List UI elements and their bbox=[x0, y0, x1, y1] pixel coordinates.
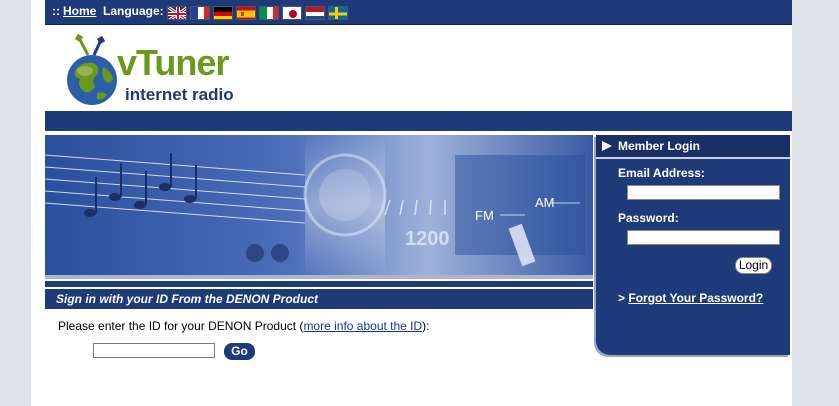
spain-flag-icon[interactable] bbox=[236, 6, 256, 20]
svg-text:1200: 1200 bbox=[405, 228, 450, 250]
signin-instruction: Please enter the ID for your DENON Produ… bbox=[58, 319, 430, 333]
svg-text:FM: FM bbox=[475, 208, 494, 223]
forgot-password-link[interactable]: Forgot Your Password? bbox=[628, 291, 763, 305]
more-info-link[interactable]: more info about the ID bbox=[303, 319, 422, 333]
banner-divider-light bbox=[45, 275, 593, 279]
go-button[interactable]: Go bbox=[224, 343, 255, 360]
uk-flag-icon[interactable] bbox=[167, 6, 187, 20]
topbar-prefix: :: bbox=[52, 4, 60, 18]
signin-header-text: Sign in with your ID From the DENON Prod… bbox=[56, 292, 319, 306]
top-bar: :: Home Language: bbox=[45, 0, 792, 25]
logo-tagline: internet radio bbox=[125, 85, 234, 104]
netherlands-flag-icon[interactable] bbox=[305, 6, 325, 20]
language-label: Language: bbox=[103, 4, 164, 18]
japan-flag-icon[interactable] bbox=[282, 6, 302, 20]
signin-header: Sign in with your ID From the DENON Prod… bbox=[45, 289, 593, 309]
password-label: Password: bbox=[618, 211, 679, 225]
france-flag-icon[interactable] bbox=[190, 6, 210, 20]
germany-flag-icon[interactable] bbox=[213, 6, 233, 20]
email-field[interactable] bbox=[627, 185, 780, 200]
logo-area: vTuner internet radio bbox=[45, 25, 792, 111]
arrow-right-icon bbox=[602, 141, 612, 151]
login-button[interactable]: Login bbox=[735, 257, 772, 274]
banner-image: 1200 FM AM bbox=[45, 135, 593, 275]
email-label: Email Address: bbox=[618, 166, 705, 180]
right-gutter bbox=[792, 0, 807, 406]
italy-flag-icon[interactable] bbox=[259, 6, 279, 20]
password-field[interactable] bbox=[627, 230, 780, 245]
logo-brand-text: vTuner bbox=[117, 42, 229, 83]
member-login-header: Member Login bbox=[596, 135, 790, 159]
nav-bar bbox=[45, 111, 792, 131]
forgot-password: > Forgot Your Password? bbox=[618, 291, 764, 305]
member-login-panel: Member Login Email Address: Password: Lo… bbox=[596, 135, 790, 355]
product-id-input[interactable] bbox=[93, 343, 215, 358]
home-link[interactable]: Home bbox=[63, 4, 96, 18]
member-login-title: Member Login bbox=[618, 139, 701, 153]
sweden-flag-icon[interactable] bbox=[328, 6, 348, 20]
banner-divider-dark bbox=[45, 281, 593, 287]
hero-banner: 1200 FM AM bbox=[45, 135, 593, 275]
